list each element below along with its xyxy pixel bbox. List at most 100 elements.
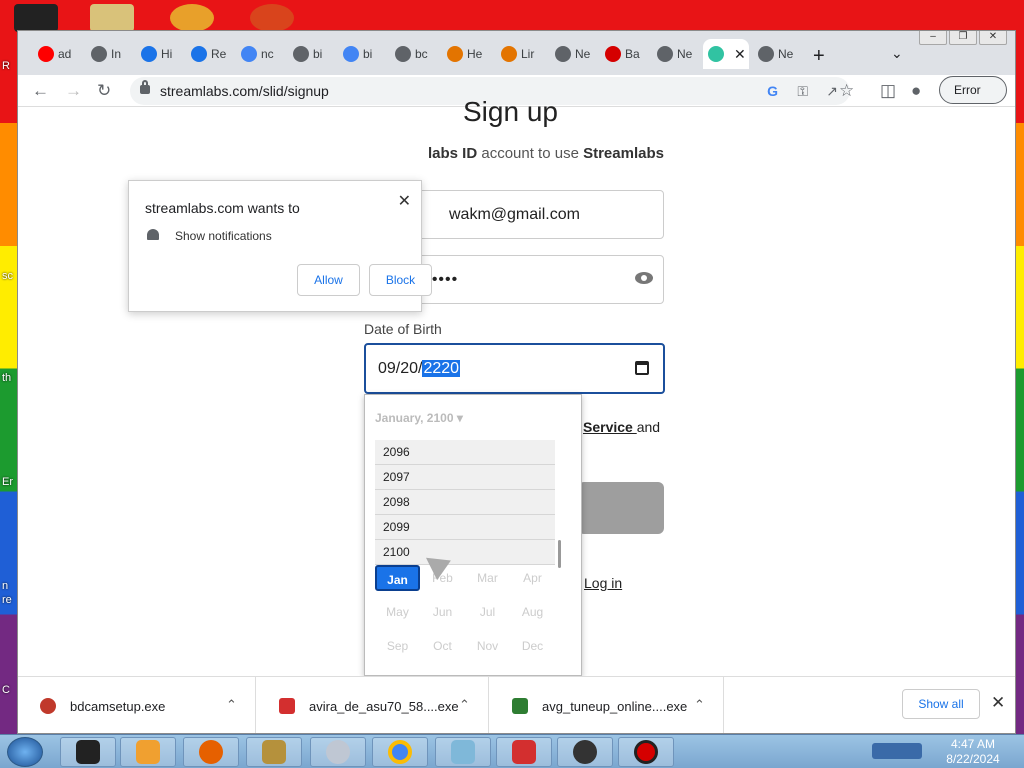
taskbar-app-chrome[interactable] bbox=[372, 737, 428, 767]
tab-14[interactable]: Ne bbox=[753, 39, 793, 69]
month-option[interactable]: Apr bbox=[510, 565, 555, 591]
start-button[interactable] bbox=[7, 737, 43, 767]
signup-submit-button[interactable] bbox=[578, 482, 664, 534]
year-option[interactable]: 2100 bbox=[375, 540, 555, 565]
month-option[interactable]: Oct bbox=[420, 633, 465, 659]
tab-2[interactable]: Hi bbox=[136, 39, 174, 69]
download-name: avg_tuneup_online....exe bbox=[542, 698, 688, 714]
dob-input[interactable]: 09/20/2220 bbox=[364, 343, 665, 394]
month-option[interactable]: Nov bbox=[465, 633, 510, 659]
tab-12[interactable]: Ne bbox=[652, 39, 692, 69]
month-option[interactable]: Jul bbox=[465, 599, 510, 625]
side-panel-icon[interactable]: ◫ bbox=[880, 81, 896, 101]
login-link[interactable]: Log in bbox=[584, 575, 622, 591]
tab-8[interactable]: He bbox=[442, 39, 483, 69]
browser-window: ad In Hi Re nc bi bi bc He Lir Ne Ba Ne ✕ Ne + ⌄ – ❐ ✕… bbox=[17, 30, 1016, 734]
desktop-icon-hat[interactable] bbox=[14, 4, 58, 32]
desktop-icon-app2[interactable] bbox=[250, 4, 294, 32]
show-all-downloads-button[interactable]: Show all bbox=[902, 689, 980, 719]
month-option[interactable]: Dec bbox=[510, 633, 555, 659]
month-option[interactable]: Jun bbox=[420, 599, 465, 625]
tab-label: He bbox=[467, 47, 483, 61]
taskbar-app-book[interactable] bbox=[435, 737, 491, 767]
tab-9[interactable]: Lir bbox=[496, 39, 534, 69]
taskbar-clock[interactable]: 4:47 AM 8/22/2024 bbox=[932, 737, 1014, 767]
tab-0[interactable]: ad bbox=[33, 39, 71, 69]
tab-5[interactable]: bi bbox=[288, 39, 326, 69]
desktop-icon-app[interactable] bbox=[170, 4, 214, 32]
taskbar-app-obs[interactable] bbox=[557, 737, 613, 767]
year-option[interactable]: 2098 bbox=[375, 490, 555, 515]
terms-tail: and bbox=[636, 419, 661, 435]
taskbar-app-recorder[interactable] bbox=[618, 737, 674, 767]
allow-button[interactable]: Allow bbox=[297, 264, 360, 296]
google-translate-icon[interactable]: G bbox=[767, 77, 778, 105]
chevron-up-icon[interactable]: ⌃ bbox=[694, 697, 705, 713]
month-option-selected[interactable]: Jan bbox=[375, 565, 420, 591]
tab-4[interactable]: nc bbox=[236, 39, 274, 69]
close-window-button[interactable]: ✕ bbox=[979, 31, 1007, 45]
globe-icon bbox=[91, 46, 107, 62]
profile-avatar-icon[interactable]: ● bbox=[911, 81, 921, 101]
back-icon[interactable]: ← bbox=[32, 81, 49, 101]
download-item[interactable]: avg_tuneup_online....exe ⌃ bbox=[490, 677, 724, 733]
taskbar-app-firefox[interactable] bbox=[183, 737, 239, 767]
desktop-label-fragment: n bbox=[2, 580, 9, 592]
block-button[interactable]: Block bbox=[369, 264, 432, 296]
year-option[interactable]: 2097 bbox=[375, 465, 555, 490]
taskbar-app-avira[interactable] bbox=[496, 737, 552, 767]
year-option[interactable]: 2096 bbox=[375, 440, 555, 465]
date-picker: January, 2100 ▾ 2096 2097 2098 2099 2100… bbox=[364, 394, 582, 676]
dob-month-day: 09/20/ bbox=[378, 360, 423, 377]
download-item[interactable]: bdcamsetup.exe ⌃ bbox=[18, 677, 256, 733]
new-tab-button[interactable]: + bbox=[813, 45, 825, 68]
error-button[interactable]: Error ⋮ bbox=[939, 76, 1007, 123]
dob-year-selected[interactable]: 2220 bbox=[422, 360, 461, 377]
google-icon bbox=[343, 46, 359, 62]
tab-label: bc bbox=[415, 47, 428, 61]
tab-7[interactable]: bc bbox=[390, 39, 428, 69]
close-tab-icon[interactable]: ✕ bbox=[734, 46, 746, 63]
tab-search-icon[interactable]: ⌄ bbox=[891, 45, 903, 62]
tab-10[interactable]: Ne bbox=[550, 39, 590, 69]
picker-header[interactable]: January, 2100 ▾ bbox=[375, 411, 463, 425]
popup-close-icon[interactable]: ✕ bbox=[398, 191, 411, 211]
download-item[interactable]: avira_de_asu70_58....exe ⌃ bbox=[257, 677, 489, 733]
minimize-button[interactable]: – bbox=[919, 31, 947, 45]
forward-icon[interactable]: → bbox=[65, 81, 82, 101]
terms-of-service-link[interactable]: Service bbox=[583, 419, 637, 435]
lock-icon[interactable] bbox=[140, 80, 150, 94]
tab-11[interactable]: Ba bbox=[600, 39, 640, 69]
avg-icon bbox=[512, 698, 528, 714]
bookmark-star-icon[interactable]: ☆ bbox=[839, 81, 854, 101]
tab-1[interactable]: In bbox=[86, 39, 124, 69]
desktop-label-fragment: C bbox=[2, 684, 10, 696]
year-scrollbar[interactable] bbox=[558, 540, 561, 568]
taskbar-app-media[interactable] bbox=[120, 737, 176, 767]
calendar-icon[interactable] bbox=[635, 361, 649, 375]
close-download-bar-icon[interactable]: ✕ bbox=[991, 693, 1005, 713]
key-icon[interactable]: ⚿ bbox=[797, 77, 808, 105]
subtitle-brand: Streamlabs bbox=[583, 145, 664, 162]
notification-permission-popup: streamlabs.com wants to ✕ Show notificat… bbox=[128, 180, 432, 312]
history-icon bbox=[141, 46, 157, 62]
month-option[interactable]: Mar bbox=[465, 565, 510, 591]
taskbar-app-disc[interactable] bbox=[310, 737, 366, 767]
month-option[interactable]: Sep bbox=[375, 633, 420, 659]
chevron-up-icon[interactable]: ⌃ bbox=[459, 697, 470, 713]
restore-button[interactable]: ❐ bbox=[949, 31, 977, 45]
tab-6[interactable]: bi bbox=[338, 39, 376, 69]
show-password-icon[interactable] bbox=[635, 272, 653, 284]
reload-icon[interactable]: ↻ bbox=[97, 81, 111, 101]
tab-13[interactable]: ✕ bbox=[703, 39, 749, 69]
share-icon[interactable]: ↗ bbox=[826, 77, 838, 105]
month-option[interactable]: May bbox=[375, 599, 420, 625]
tab-3[interactable]: Re bbox=[186, 39, 226, 69]
year-option[interactable]: 2099 bbox=[375, 515, 555, 540]
system-tray[interactable] bbox=[872, 743, 922, 759]
taskbar-app-terminal[interactable] bbox=[60, 737, 116, 767]
desktop-icon-folder[interactable] bbox=[90, 4, 134, 32]
taskbar-app-box[interactable] bbox=[246, 737, 302, 767]
month-option[interactable]: Aug bbox=[510, 599, 555, 625]
chevron-up-icon[interactable]: ⌃ bbox=[226, 697, 237, 713]
